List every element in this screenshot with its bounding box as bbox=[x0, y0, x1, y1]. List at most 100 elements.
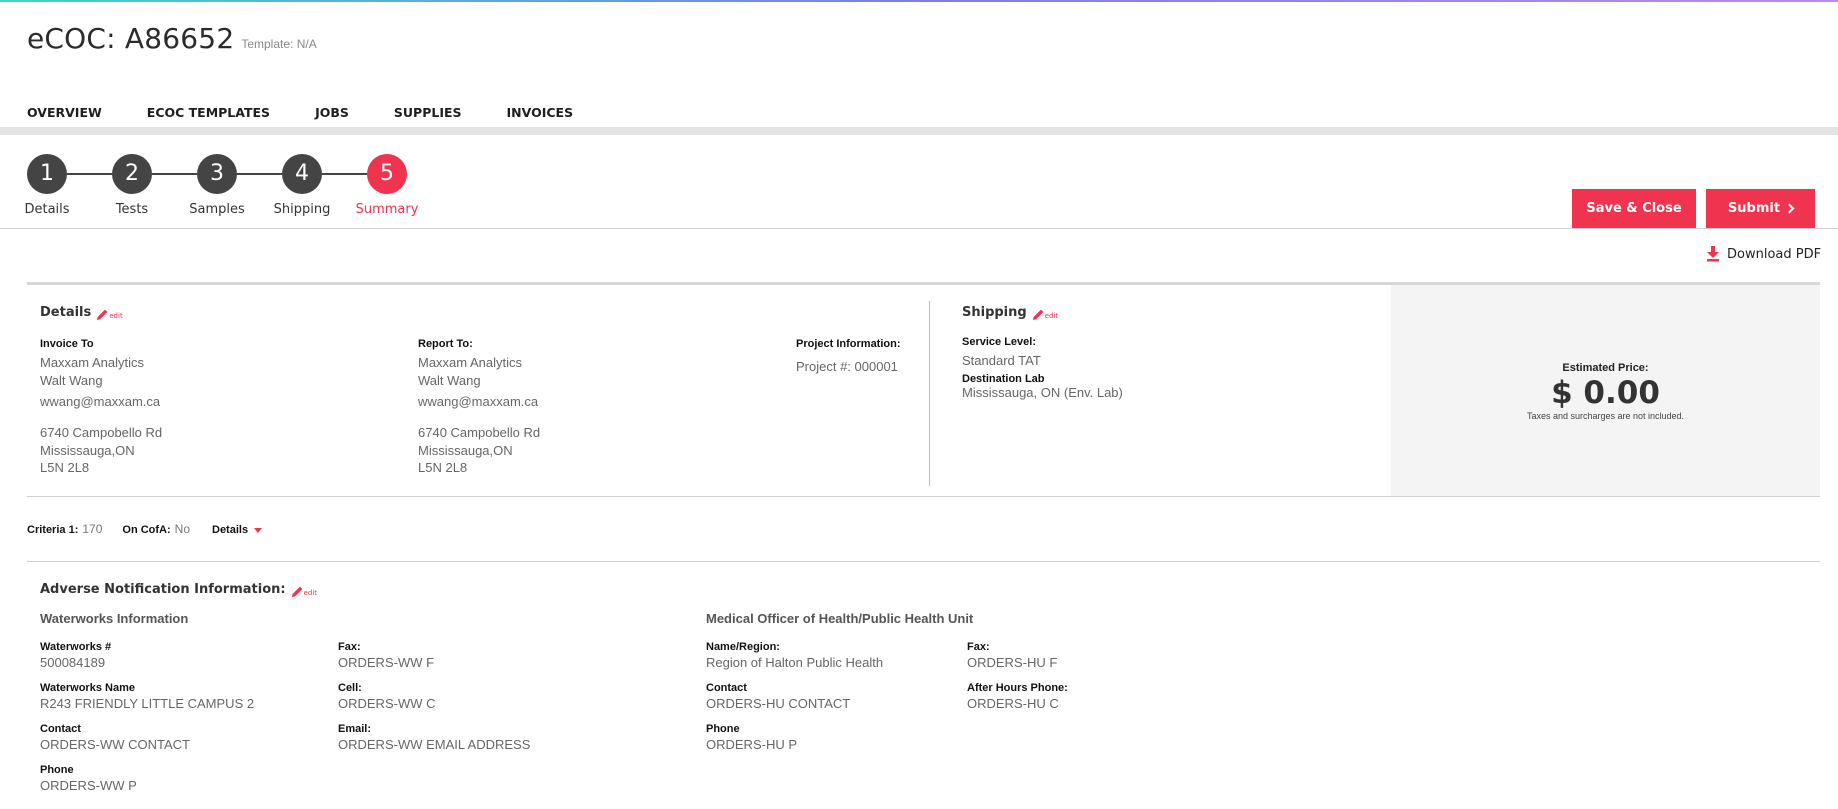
medical-fax-label: Fax: bbox=[967, 641, 990, 653]
details-title: Details bbox=[40, 305, 92, 320]
step-number: 4 bbox=[282, 154, 322, 194]
waterworks-email-label: Email: bbox=[338, 723, 372, 735]
criteria-label: Criteria 1: bbox=[27, 524, 79, 536]
nav-jobs[interactable]: JOBS bbox=[315, 105, 349, 120]
divider bbox=[27, 561, 1820, 562]
caret-down-icon bbox=[254, 527, 263, 533]
edit-label: edit bbox=[109, 312, 123, 320]
destination-lab-value: Mississauga, ON (Env. Lab) bbox=[962, 385, 1123, 400]
step-number: 5 bbox=[367, 154, 407, 194]
criteria-row: Criteria 1: 170 On CofA: No Details bbox=[27, 522, 263, 536]
medical-contact-value: ORDERS-HU CONTACT bbox=[706, 696, 851, 711]
page-title: eCOC: A86652 bbox=[27, 22, 235, 55]
medical-region-label: Name/Region: bbox=[706, 641, 780, 653]
step-summary[interactable]: 5 Summary bbox=[356, 154, 418, 217]
estimated-price-value: $ 0.00 bbox=[1551, 375, 1660, 411]
step-number: 1 bbox=[27, 154, 67, 194]
top-accent-line bbox=[0, 0, 1838, 2]
report-name: Walt Wang bbox=[418, 373, 481, 388]
waterworks-title: Waterworks Information bbox=[40, 611, 189, 626]
cofa-value: No bbox=[174, 522, 190, 536]
pencil-icon bbox=[291, 586, 302, 597]
waterworks-fax-value: ORDERS-WW F bbox=[338, 655, 435, 670]
details-dropdown-toggle[interactable]: Details bbox=[212, 524, 263, 536]
submit-button[interactable]: Submit bbox=[1706, 189, 1815, 228]
shipping-section-title: Shipping edit bbox=[962, 305, 1058, 320]
waterworks-contact-value: ORDERS-WW CONTACT bbox=[40, 737, 190, 752]
estimated-price-label: Estimated Price: bbox=[1562, 362, 1649, 374]
step-shipping[interactable]: 4 Shipping bbox=[274, 154, 330, 217]
details-toggle-label: Details bbox=[212, 524, 249, 536]
edit-label: edit bbox=[1044, 312, 1059, 320]
template-label: Template: N/A bbox=[241, 37, 317, 51]
step-label: Tests bbox=[115, 202, 149, 217]
destination-lab-label: Destination Lab bbox=[962, 373, 1045, 385]
waterworks-email-value: ORDERS-WW EMAIL ADDRESS bbox=[338, 737, 531, 752]
save-close-button[interactable]: Save & Close bbox=[1572, 189, 1696, 228]
step-label: Summary bbox=[355, 202, 419, 217]
project-number: Project #: 000001 bbox=[796, 359, 898, 374]
step-label: Details bbox=[24, 202, 70, 217]
step-number: 2 bbox=[112, 154, 152, 194]
page-header: eCOC: A86652 Template: N/A bbox=[27, 22, 317, 55]
invoice-to-label: Invoice To bbox=[40, 338, 94, 350]
invoice-email: wwang@maxxam.ca bbox=[40, 394, 161, 409]
step-connector bbox=[322, 173, 367, 175]
waterworks-phone-value: ORDERS-WW P bbox=[40, 778, 137, 793]
criteria-value: 170 bbox=[82, 522, 103, 536]
report-company: Maxxam Analytics bbox=[418, 355, 523, 370]
nav-ecoc-templates[interactable]: ECOC TEMPLATES bbox=[147, 105, 270, 120]
divider bbox=[0, 228, 1838, 229]
invoice-company: Maxxam Analytics bbox=[40, 355, 145, 370]
submit-label: Submit bbox=[1727, 201, 1781, 216]
waterworks-name-value: R243 FRIENDLY LITTLE CAMPUS 2 bbox=[40, 696, 255, 711]
medical-phone-value: ORDERS-HU P bbox=[706, 737, 798, 752]
invoice-city: Mississauga,ON bbox=[40, 443, 135, 458]
edit-details-button[interactable]: edit bbox=[97, 309, 123, 320]
step-number: 3 bbox=[197, 154, 237, 194]
medical-contact-label: Contact bbox=[706, 682, 747, 694]
waterworks-contact-label: Contact bbox=[40, 723, 81, 735]
details-section-title: Details edit bbox=[40, 305, 123, 320]
edit-label: edit bbox=[303, 589, 318, 597]
price-disclaimer: Taxes and surcharges are not included. bbox=[1526, 411, 1685, 421]
step-label: Shipping bbox=[273, 202, 331, 217]
estimated-price-panel: Estimated Price: $ 0.00 Taxes and surcha… bbox=[1391, 285, 1820, 496]
step-connector bbox=[152, 173, 197, 175]
invoice-name: Walt Wang bbox=[40, 373, 103, 388]
save-close-label: Save & Close bbox=[1586, 201, 1682, 216]
report-postal: L5N 2L8 bbox=[418, 460, 468, 475]
medical-fax-value: ORDERS-HU F bbox=[967, 655, 1058, 670]
medical-officer-title: Medical Officer of Health/Public Health … bbox=[706, 611, 974, 626]
service-level-value: Standard TAT bbox=[962, 353, 1041, 368]
medical-after-hours-value: ORDERS-HU C bbox=[967, 696, 1059, 711]
nav-supplies[interactable]: SUPPLIES bbox=[394, 105, 462, 120]
shipping-title: Shipping bbox=[962, 305, 1027, 320]
report-city: Mississauga,ON bbox=[418, 443, 513, 458]
report-email: wwang@maxxam.ca bbox=[418, 394, 539, 409]
pencil-icon bbox=[97, 309, 108, 320]
cofa-label: On CofA: bbox=[122, 524, 171, 536]
invoice-postal: L5N 2L8 bbox=[40, 460, 90, 475]
invoice-street: 6740 Campobello Rd bbox=[40, 425, 163, 440]
medical-after-hours-label: After Hours Phone: bbox=[967, 682, 1068, 694]
medical-phone-label: Phone bbox=[706, 723, 740, 735]
step-label: Samples bbox=[189, 202, 245, 217]
report-to-label: Report To: bbox=[418, 338, 473, 350]
section-divider bbox=[929, 301, 930, 486]
download-pdf-label: Download PDF bbox=[1727, 246, 1822, 262]
step-details[interactable]: 1 Details bbox=[24, 154, 70, 217]
step-tests[interactable]: 2 Tests bbox=[112, 154, 152, 217]
step-samples[interactable]: 3 Samples bbox=[189, 154, 245, 217]
waterworks-name-label: Waterworks Name bbox=[40, 682, 135, 694]
download-pdf-link[interactable]: Download PDF bbox=[1706, 246, 1821, 262]
edit-shipping-button[interactable]: edit bbox=[1032, 309, 1059, 320]
progress-stepper: 1 Details 2 Tests 3 Samples 4 Shipping 5… bbox=[24, 154, 437, 224]
nav-divider bbox=[0, 127, 1838, 135]
edit-adverse-button[interactable]: edit bbox=[291, 586, 318, 597]
nav-invoices[interactable]: INVOICES bbox=[507, 105, 574, 120]
adverse-section-title: Adverse Notification Information: edit bbox=[40, 582, 317, 597]
chevron-right-icon bbox=[1784, 203, 1795, 214]
waterworks-number-label: Waterworks # bbox=[40, 641, 112, 653]
nav-overview[interactable]: OVERVIEW bbox=[27, 105, 102, 120]
